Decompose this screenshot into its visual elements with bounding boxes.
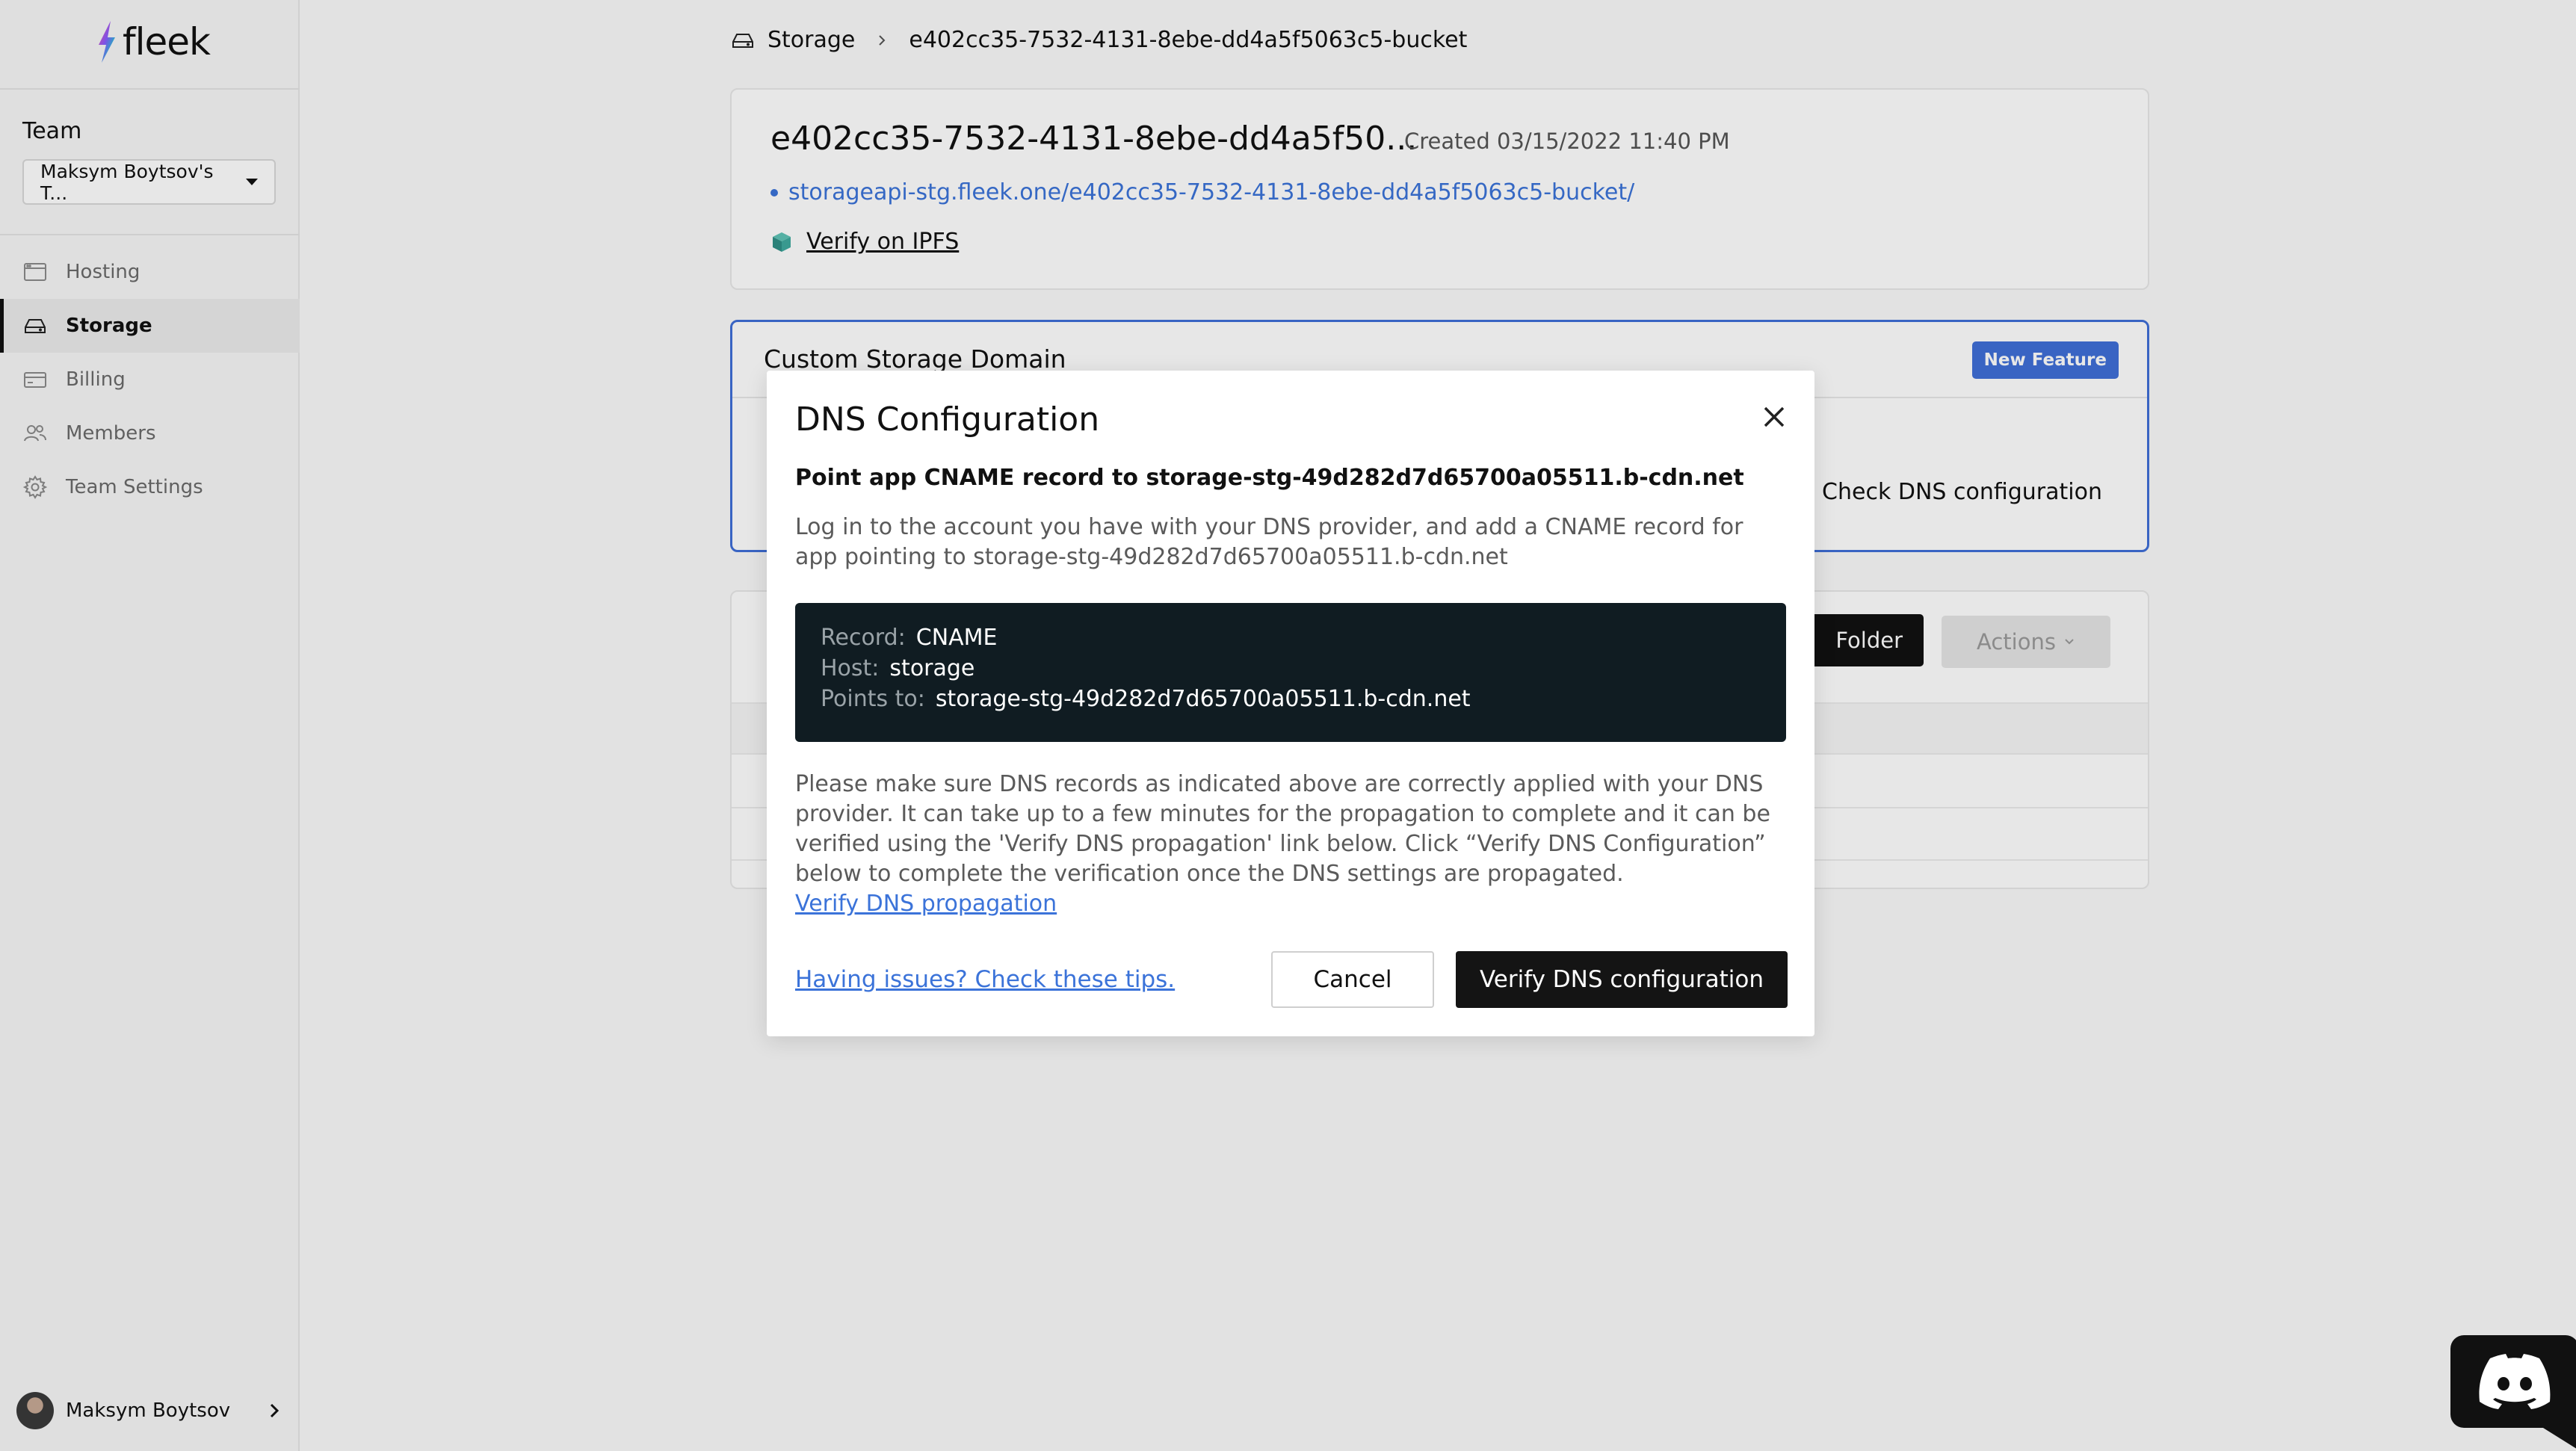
modal-description: Log in to the account you have with your…	[795, 514, 1743, 570]
points-value: storage-stg-49d282d7d65700a05511.b-cdn.n…	[935, 686, 1471, 712]
verify-dns-propagation-link[interactable]: Verify DNS propagation	[795, 889, 1057, 919]
modal-note: Please make sure DNS records as indicate…	[795, 770, 1789, 919]
verify-dns-configuration-button[interactable]: Verify DNS configuration	[1456, 951, 1788, 1008]
dns-configuration-modal: DNS Configuration Point app CNAME record…	[767, 371, 1814, 1036]
record-value: CNAME	[915, 625, 998, 651]
modal-title: DNS Configuration	[795, 400, 1100, 439]
host-value: storage	[889, 655, 975, 681]
record-row: Record: CNAME	[821, 622, 1761, 653]
discord-icon	[2479, 1354, 2551, 1409]
host-key: Host:	[821, 655, 880, 681]
record-key: Record:	[821, 625, 906, 651]
dns-record-box: Record: CNAME Host: storage Points to: stor…	[795, 603, 1786, 742]
discord-chat-button[interactable]	[2450, 1335, 2576, 1450]
modal-close-button[interactable]	[1756, 399, 1792, 435]
check-tips-link[interactable]: Having issues? Check these tips.	[795, 966, 1175, 993]
points-key: Points to:	[821, 686, 925, 712]
modal-subtitle: Point app CNAME record to storage-stg-49…	[795, 465, 1744, 491]
points-to-row: Points to: storage-stg-49d282d7d65700a055…	[821, 684, 1761, 714]
host-row: Host: storage	[821, 653, 1761, 684]
cancel-button[interactable]: Cancel	[1271, 951, 1434, 1008]
close-icon	[1764, 406, 1785, 427]
modal-note-text: Please make sure DNS records as indicate…	[795, 771, 1770, 887]
